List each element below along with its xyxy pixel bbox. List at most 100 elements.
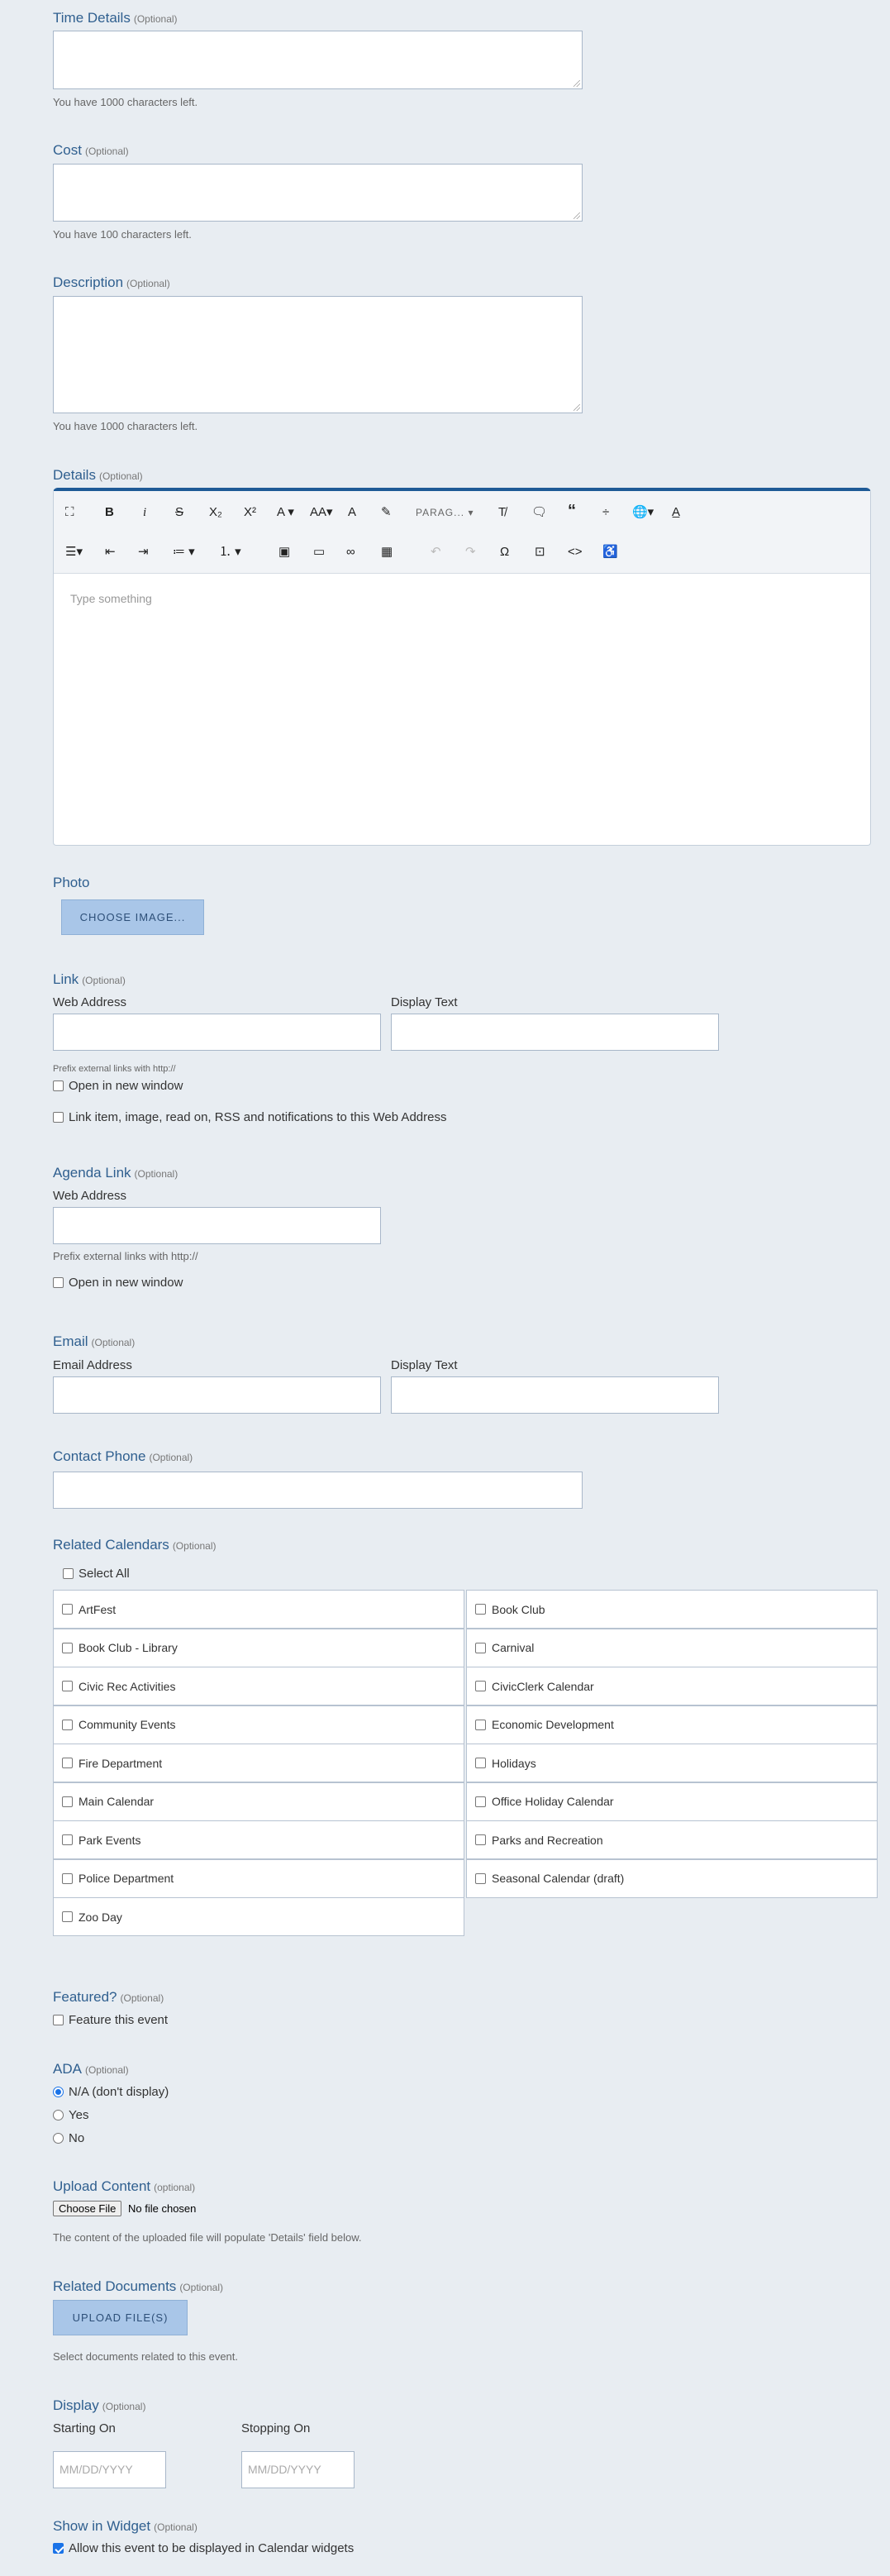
horizontal-line-icon[interactable]: ÷ xyxy=(602,504,609,521)
subscript-icon[interactable]: X₂ xyxy=(209,504,222,521)
ada-option-no[interactable]: No xyxy=(53,2131,84,2145)
stopping-on-date-input[interactable]: MM/DD/YYYY xyxy=(241,2451,355,2488)
ordered-list-icon[interactable]: ⒈ ▾ xyxy=(219,544,241,561)
calendar-item[interactable]: Seasonal Calendar (draft) xyxy=(466,1858,878,1898)
calendar-item[interactable]: Zoo Day xyxy=(53,1897,464,1936)
paragraph-format-dropdown[interactable]: PARAG... ▾ xyxy=(416,504,474,521)
calendar-item[interactable]: Book Club xyxy=(466,1590,878,1629)
redo-icon[interactable]: ↷ xyxy=(465,544,476,561)
accessibility-icon[interactable]: ♿ xyxy=(602,544,618,561)
italic-icon[interactable]: i xyxy=(143,504,146,521)
strikethrough-icon[interactable]: S xyxy=(175,504,183,521)
radio-button[interactable] xyxy=(53,2110,64,2120)
resize-grip-icon[interactable] xyxy=(574,212,580,219)
image-icon[interactable]: ▣ xyxy=(278,544,290,561)
checkbox[interactable] xyxy=(475,1796,486,1807)
feature-event-checkbox-row[interactable]: Feature this event xyxy=(53,2013,168,2027)
font-size-icon[interactable]: AA▾ xyxy=(310,504,333,521)
outdent-icon[interactable]: ⇤ xyxy=(105,544,116,561)
checkbox[interactable] xyxy=(62,1758,73,1768)
email-address-input[interactable] xyxy=(53,1376,381,1414)
checkbox[interactable] xyxy=(62,1681,73,1691)
calendar-item[interactable]: Main Calendar xyxy=(53,1782,464,1821)
contact-phone-input[interactable] xyxy=(53,1472,583,1509)
link-web-address-input[interactable] xyxy=(53,1014,381,1051)
calendar-item[interactable]: Community Events xyxy=(53,1705,464,1744)
quote-icon[interactable]: “ xyxy=(568,503,576,519)
undo-icon[interactable]: ↶ xyxy=(431,544,441,561)
checkbox[interactable] xyxy=(475,1642,486,1653)
checkbox[interactable] xyxy=(62,1834,73,1845)
link-globe-icon[interactable]: 🌐▾ xyxy=(632,504,654,521)
ada-option-na[interactable]: N/A (don't display) xyxy=(53,2085,169,2099)
checkbox[interactable] xyxy=(62,1604,73,1615)
unordered-list-icon[interactable]: ≔ ▾ xyxy=(173,544,195,561)
calendar-item[interactable]: CivicClerk Calendar xyxy=(466,1667,878,1705)
special-characters-icon[interactable]: Ω xyxy=(500,544,509,561)
font-color-icon[interactable]: A ▾ xyxy=(277,504,294,521)
bold-icon[interactable]: B xyxy=(105,504,114,521)
checkbox[interactable] xyxy=(53,2015,64,2025)
cost-textarea[interactable] xyxy=(53,164,583,222)
calendar-item[interactable]: Civic Rec Activities xyxy=(53,1667,464,1705)
link-item-checkbox-row[interactable]: Link item, image, read on, RSS and notif… xyxy=(53,1110,446,1124)
checkbox[interactable] xyxy=(475,1872,486,1884)
link-display-text-input[interactable] xyxy=(391,1014,719,1051)
superscript-icon[interactable]: X² xyxy=(244,504,256,521)
link-open-new-window[interactable]: Open in new window xyxy=(53,1079,183,1093)
description-textarea[interactable] xyxy=(53,296,583,413)
fullscreen-icon[interactable]: ⛶ xyxy=(65,504,74,521)
select-all-icon[interactable]: ⊡ xyxy=(535,544,545,561)
time-details-textarea[interactable] xyxy=(53,31,583,89)
checkbox[interactable] xyxy=(475,1834,486,1845)
upload-files-button[interactable]: UPLOAD FILE(S) xyxy=(53,2300,188,2335)
checkbox[interactable] xyxy=(475,1604,486,1615)
calendar-item[interactable]: Carnival xyxy=(466,1628,878,1667)
comment-icon[interactable]: 🗨 xyxy=(531,504,547,521)
choose-image-button[interactable]: CHOOSE IMAGE... xyxy=(61,899,204,935)
checkbox[interactable] xyxy=(53,1080,64,1091)
calendar-item[interactable]: Holidays xyxy=(466,1744,878,1782)
starting-on-date-input[interactable]: MM/DD/YYYY xyxy=(53,2451,166,2488)
choose-file-button[interactable]: Choose File xyxy=(53,2201,122,2216)
agenda-open-new-window[interactable]: Open in new window xyxy=(53,1276,183,1290)
checkbox[interactable] xyxy=(62,1719,73,1730)
calendar-item[interactable]: Economic Development xyxy=(466,1705,878,1744)
checkbox[interactable] xyxy=(62,1642,73,1653)
radio-button[interactable] xyxy=(53,2133,64,2144)
calendar-item[interactable]: Fire Department xyxy=(53,1744,464,1782)
select-all-checkbox-row[interactable]: Select All xyxy=(63,1567,130,1581)
indent-icon[interactable]: ⇥ xyxy=(138,544,149,561)
resize-grip-icon[interactable] xyxy=(574,80,580,87)
show-in-widget-checkbox-row[interactable]: Allow this event to be displayed in Cale… xyxy=(53,2541,354,2555)
checkbox[interactable] xyxy=(475,1758,486,1768)
folder-icon[interactable]: ▭ xyxy=(313,544,325,561)
text-color-icon[interactable]: A xyxy=(348,504,356,521)
calendar-item[interactable]: ArtFest xyxy=(53,1590,464,1629)
calendar-item[interactable]: Parks and Recreation xyxy=(466,1820,878,1859)
highlight-icon[interactable]: ✎ xyxy=(381,504,392,521)
calendar-item[interactable]: Office Holiday Calendar xyxy=(466,1782,878,1821)
checkbox[interactable] xyxy=(63,1568,74,1579)
checkbox[interactable] xyxy=(53,1277,64,1288)
checkbox[interactable] xyxy=(475,1719,486,1730)
email-display-text-input[interactable] xyxy=(391,1376,719,1414)
ada-option-yes[interactable]: Yes xyxy=(53,2108,88,2122)
checkbox[interactable] xyxy=(62,1872,73,1884)
spell-check-icon[interactable]: A̲ xyxy=(672,504,680,521)
code-view-icon[interactable]: <> xyxy=(568,544,583,561)
radio-button[interactable] xyxy=(53,2087,64,2097)
checkbox-checked[interactable] xyxy=(53,2543,64,2554)
resize-grip-icon[interactable] xyxy=(574,404,580,411)
checkbox[interactable] xyxy=(62,1911,73,1922)
table-icon[interactable]: ▦ xyxy=(381,544,393,561)
link-icon[interactable]: ∞ xyxy=(346,544,355,561)
align-icon[interactable]: ☰▾ xyxy=(65,544,83,561)
calendar-item[interactable]: Book Club - Library xyxy=(53,1628,464,1667)
calendar-item[interactable]: Police Department xyxy=(53,1858,464,1898)
checkbox[interactable] xyxy=(53,1112,64,1123)
clear-formatting-icon[interactable]: T̸ xyxy=(498,504,506,521)
agenda-web-address-input[interactable] xyxy=(53,1207,381,1244)
checkbox[interactable] xyxy=(475,1681,486,1691)
checkbox[interactable] xyxy=(62,1796,73,1807)
